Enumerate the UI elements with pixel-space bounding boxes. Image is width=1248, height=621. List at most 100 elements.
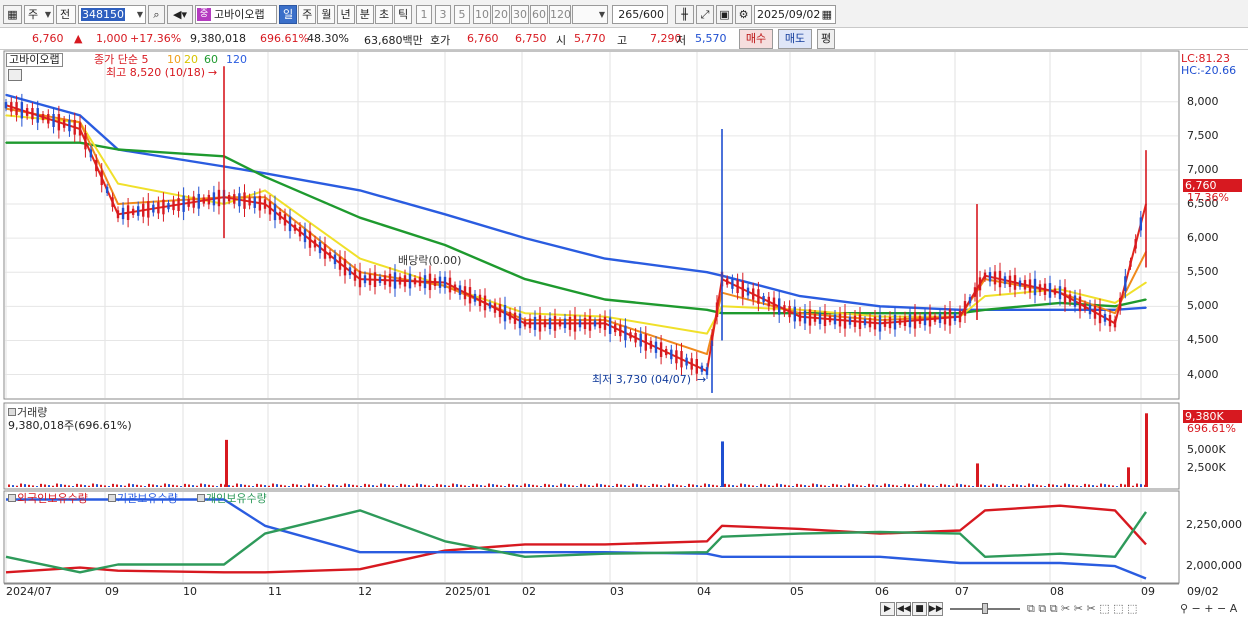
price-chart-svg[interactable] <box>0 50 1248 621</box>
stock-name-field[interactable]: 중 고바이오랩 <box>195 5 277 24</box>
volume-bar-1132 <box>1132 485 1134 487</box>
minute-step-3[interactable]: 3 <box>435 5 451 24</box>
stock-name-text: 고바이오랩 <box>214 8 265 21</box>
rewind-icon[interactable]: ◀◀ <box>896 602 911 616</box>
volume-bar-1068 <box>1068 484 1070 487</box>
interval-button-3[interactable]: 년 <box>336 5 355 24</box>
interval-button-6[interactable]: 틱 <box>394 5 413 24</box>
count-value: 265 <box>618 8 640 21</box>
volume-bar-504 <box>504 486 506 487</box>
volume-bar-376 <box>376 485 378 487</box>
candle-body-4-8 <box>303 229 307 243</box>
grid-toggle-icon[interactable] <box>8 69 22 81</box>
interval-button-5[interactable]: 초 <box>375 5 393 24</box>
zoom-controls-icon[interactable]: ⚲ − + − A <box>1180 603 1237 615</box>
minute-step-10[interactable]: 10 <box>473 5 491 24</box>
x-label-11: 07 <box>955 585 969 598</box>
volume-bar-940 <box>940 483 942 487</box>
volume-bar-604 <box>604 484 606 487</box>
gear-icon[interactable]: ⚙ <box>735 5 752 24</box>
candle-body-6-8 <box>483 295 487 311</box>
sell-button[interactable]: 매도 <box>778 29 812 49</box>
interval-button-2[interactable]: 월 <box>317 5 336 24</box>
volume-bar-108 <box>108 486 110 487</box>
candle-body-0-9 <box>52 114 55 127</box>
interval-button-4[interactable]: 분 <box>355 5 374 24</box>
prev-select[interactable]: 전 <box>56 5 76 24</box>
candle-body-12-6 <box>908 314 912 328</box>
volume-bar-768 <box>768 485 770 487</box>
chart-type-icon[interactable]: ▦ <box>3 5 22 24</box>
stock-code-input[interactable]: 348150 ▼ <box>78 5 146 24</box>
x-label-9: 05 <box>790 585 804 598</box>
volume-bar-336 <box>336 485 338 487</box>
candle-body-14-12 <box>1043 283 1047 295</box>
eval-button[interactable]: 평 <box>817 29 835 49</box>
count-field[interactable]: 265/600 <box>612 5 668 24</box>
min-price-note: 최저 3,730 (04/07) <box>592 373 692 386</box>
volume-bar-44 <box>44 484 46 487</box>
volume-bar-356 <box>356 485 358 487</box>
volume-bar-56 <box>56 483 58 487</box>
chart-tools-icons[interactable]: ⧉ ⧉ ⧉ ✂ ✂ ✂ ⬚ ⬚ ⬚ <box>1027 603 1137 615</box>
search-icon[interactable]: ⌕ <box>148 5 165 24</box>
current-price: 6,760 <box>32 32 64 45</box>
candle-body-8-12 <box>665 348 668 356</box>
volume-bar-272 <box>272 483 274 487</box>
x-label-0: 2024/07 <box>6 585 52 598</box>
candle-body-11-2 <box>808 309 812 326</box>
candle-body-7-14 <box>593 320 597 327</box>
candle-body-11-6 <box>828 316 832 323</box>
volume-bar-60 <box>60 484 62 487</box>
date-field[interactable]: 2025/09/02 ▦ <box>754 5 836 24</box>
zoom-slider-handle[interactable] <box>982 603 988 614</box>
volume-bar-328 <box>328 483 330 487</box>
volume-bar-140 <box>140 485 142 487</box>
minute-step-20[interactable]: 20 <box>492 5 510 24</box>
volume-bar-1020 <box>1020 485 1022 487</box>
minute-step-30[interactable]: 30 <box>511 5 529 24</box>
candle-body-10-7 <box>757 289 760 304</box>
cross-icon[interactable]: ⤢ <box>696 5 714 24</box>
period-select[interactable]: 주 ▼ <box>24 5 54 24</box>
volume-bar-80 <box>80 484 82 487</box>
buy-button[interactable]: 매수 <box>739 29 773 49</box>
margin-badge: 중 <box>197 8 211 21</box>
volume-bar-36 <box>36 486 38 487</box>
candle-body-3-2 <box>233 194 236 204</box>
volume-bar-612 <box>612 486 614 487</box>
stop-icon[interactable]: ■ <box>912 602 927 616</box>
chart-area[interactable]: 고바이오랩 종가 단순 5 10 20 60 120 최고 8,520 (10/… <box>0 50 1248 621</box>
minute-step-60[interactable]: 60 <box>530 5 548 24</box>
volume-bar-104 <box>104 485 106 487</box>
volume-bar-208 <box>208 484 210 487</box>
volume-bar-732 <box>732 485 734 487</box>
calendar-icon[interactable]: ▦ <box>822 6 832 23</box>
price-legend[interactable]: 고바이오랩 <box>6 53 63 67</box>
volume-bar-312 <box>312 484 314 487</box>
volume-bar-188 <box>188 484 190 487</box>
volume-bar-960 <box>960 484 962 487</box>
volume-bar-644 <box>644 485 646 487</box>
minute-step-5[interactable]: 5 <box>454 5 470 24</box>
interval-button-0[interactable]: 일 <box>279 5 297 24</box>
volume-bar-300 <box>300 485 302 487</box>
save-icon[interactable]: ▣ <box>716 5 733 24</box>
volume-bar-1060 <box>1060 485 1062 487</box>
minute-step-120[interactable]: 120 <box>549 5 571 24</box>
forward-icon[interactable]: ▶▶ <box>928 602 943 616</box>
interval-button-1[interactable]: 주 <box>298 5 317 24</box>
candle-body-5-12 <box>418 276 422 287</box>
volume-bar-860 <box>860 485 862 487</box>
price-tick-6000: 6,000 <box>1187 231 1219 245</box>
minute-step-1[interactable]: 1 <box>416 5 432 24</box>
volume-bar-48 <box>48 485 50 487</box>
candle-body-6-1 <box>448 277 452 293</box>
step-select[interactable]: ▼ <box>572 5 608 24</box>
speaker-icon[interactable]: ◀▾ <box>167 5 193 24</box>
point-ma60-1 <box>79 141 81 144</box>
scroll-right-icon[interactable]: ▶ <box>880 602 895 616</box>
candle-body-5-0 <box>358 270 362 288</box>
volume-bar-92 <box>92 483 94 487</box>
candle-icon[interactable]: ╫ <box>675 5 694 24</box>
